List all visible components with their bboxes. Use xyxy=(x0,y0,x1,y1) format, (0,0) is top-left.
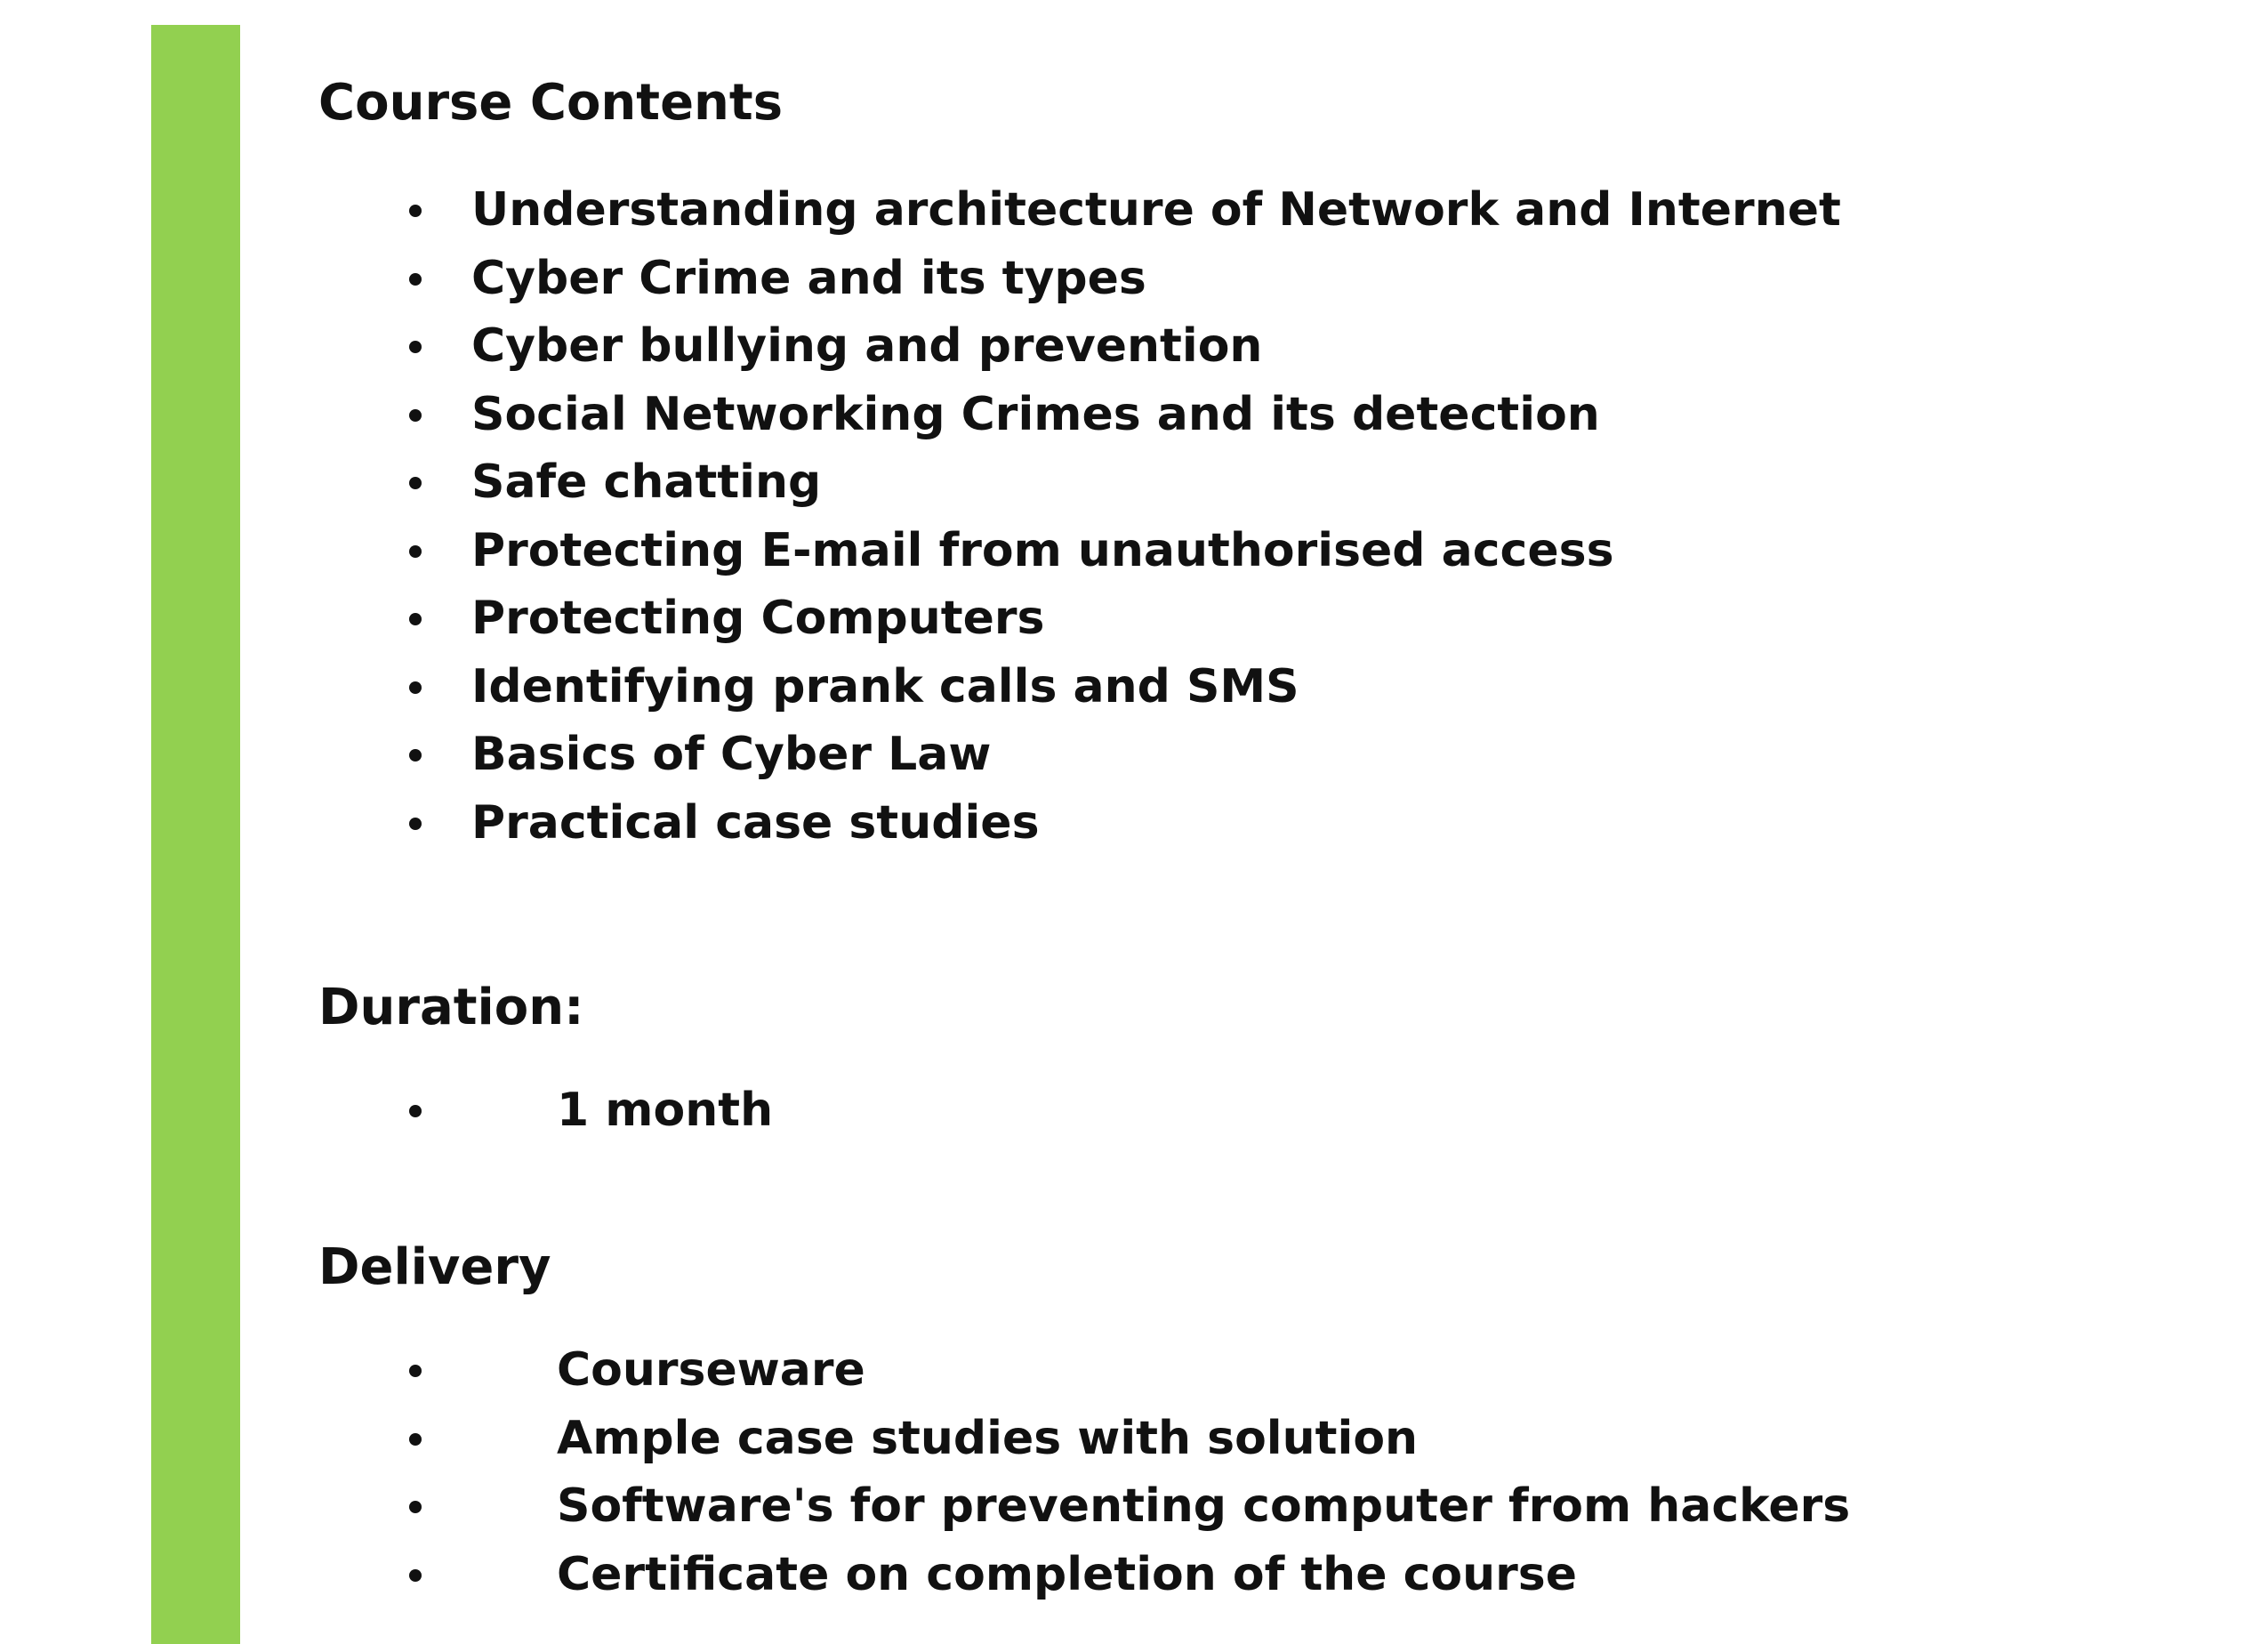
duration-heading: Duration: xyxy=(318,979,584,1036)
bullet-icon xyxy=(409,1432,422,1446)
bullet-icon xyxy=(409,477,422,489)
bullet-icon xyxy=(409,1105,422,1117)
bullet-icon xyxy=(409,681,422,694)
bullet-icon xyxy=(409,613,422,625)
bullet-icon xyxy=(409,1501,422,1513)
bullet-icon xyxy=(409,408,422,422)
delivery-heading: Delivery xyxy=(318,1238,551,1296)
bullet-icon xyxy=(409,205,422,217)
bullet-icon xyxy=(409,749,422,762)
accent-sidebar-bar xyxy=(151,25,240,1644)
bullet-icon xyxy=(409,1568,422,1582)
bullet-icon xyxy=(409,341,422,353)
bullet-icon xyxy=(409,1365,422,1377)
bullet-icon xyxy=(409,817,422,830)
bullet-icon xyxy=(409,272,422,286)
course-contents-heading: Course Contents xyxy=(318,74,784,132)
bullet-icon xyxy=(409,544,422,558)
